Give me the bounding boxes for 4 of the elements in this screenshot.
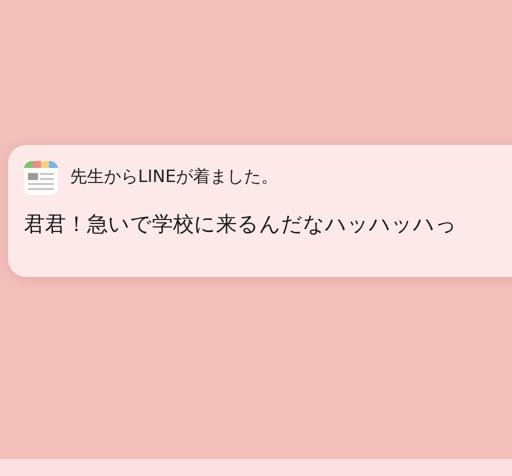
notification-message: 君君！急いで学校に来るんだなハッハッハっ	[24, 211, 458, 238]
news-app-icon	[24, 161, 58, 195]
notification-title: 先生からLINEが着ました。	[70, 166, 278, 190]
notification-card[interactable]: 先生からLINEが着ました。 君君！急いで学校に来るんだなハッハッハっ	[8, 145, 512, 277]
